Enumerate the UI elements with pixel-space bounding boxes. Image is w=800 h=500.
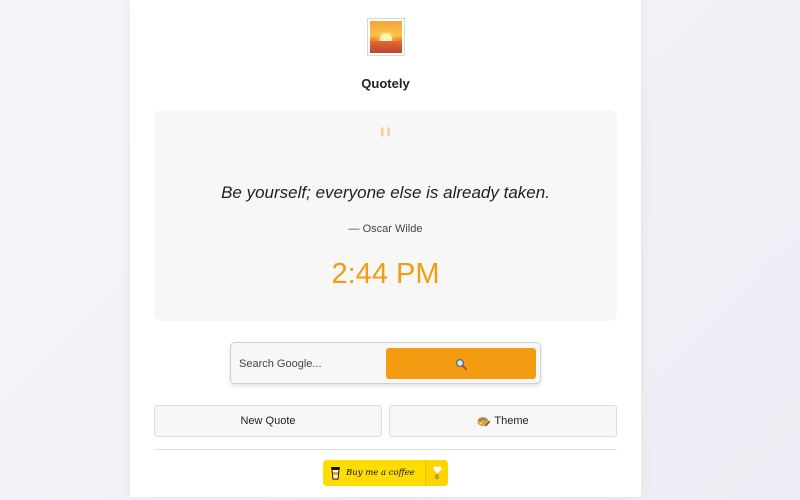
theme-label: Theme [494, 415, 529, 427]
app-title: Quotely [361, 76, 410, 91]
new-quote-label: New Quote [240, 415, 296, 427]
app-card: Quotely " Be yourself; everyone else is … [130, 0, 641, 497]
bmc-label: Buy me a coffee [346, 468, 415, 478]
buy-me-a-coffee-button[interactable]: Buy me a coffee 0 [323, 460, 448, 486]
quote-text: Be yourself; everyone else is already ta… [221, 183, 550, 202]
magnifier-icon [455, 358, 467, 370]
logo-sea [370, 41, 402, 53]
divider [154, 449, 617, 450]
sunset-icon [370, 21, 402, 53]
bmc-main[interactable]: Buy me a coffee [323, 460, 425, 486]
coffee-cup-icon [331, 467, 340, 480]
bmc-count: 0 [435, 474, 439, 481]
app-logo [367, 18, 405, 56]
theme-button[interactable]: Theme [389, 405, 617, 437]
search-bar [230, 342, 541, 384]
quote-author: — Oscar Wilde [348, 223, 423, 235]
search-input[interactable] [239, 349, 387, 379]
quote-mark-icon: " [377, 121, 394, 161]
new-quote-button[interactable]: New Quote [154, 405, 382, 437]
heart-icon [432, 465, 442, 473]
clock-time: 2:44 PM [331, 258, 440, 290]
quote-card: " Be yourself; everyone else is already … [154, 110, 617, 321]
palette-icon [477, 416, 491, 426]
search-button[interactable] [386, 348, 536, 379]
bmc-like[interactable]: 0 [425, 460, 448, 486]
